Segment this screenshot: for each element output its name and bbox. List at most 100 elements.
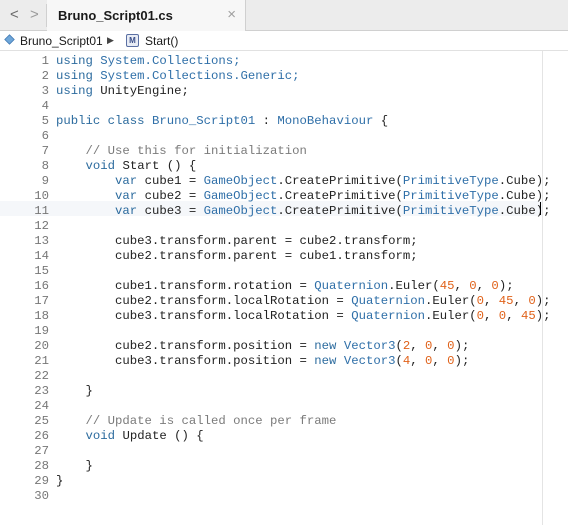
code-line[interactable]: 3 using UnityEngine; <box>0 84 189 99</box>
code-token: .CreatePrimitive( <box>277 174 403 188</box>
code-line[interactable]: 27 <box>0 444 56 459</box>
code-text: cube2.transform.localRotation = Quaterni… <box>49 294 550 308</box>
line-number: 16 <box>34 279 49 293</box>
line-number: 14 <box>34 249 49 263</box>
back-arrow-icon[interactable]: < <box>10 6 19 24</box>
code-token: cube3 = <box>137 204 204 218</box>
line-number: 22 <box>34 369 49 383</box>
code-token: , <box>484 309 499 323</box>
code-line[interactable]: 22 <box>0 369 56 384</box>
line-number: 19 <box>34 324 49 338</box>
code-text: var cube1 = GameObject.CreatePrimitive(P… <box>49 174 550 188</box>
code-line[interactable]: 13 cube3.transform.parent = cube2.transf… <box>0 234 418 249</box>
code-line[interactable]: 8 void Start () { <box>0 159 197 174</box>
code-line[interactable]: 11 var cube3 = GameObject.CreatePrimitiv… <box>0 204 550 219</box>
code-token: void <box>85 159 116 173</box>
close-icon[interactable]: × <box>227 6 236 23</box>
code-token: UnityEngine; <box>92 84 189 98</box>
code-line[interactable]: 7 // Use this for initialization <box>0 144 307 159</box>
code-line[interactable]: 5 public class Bruno_Script01 : MonoBehav… <box>0 114 389 129</box>
code-token: GameObject <box>203 174 278 188</box>
code-line[interactable]: 15 <box>0 264 56 279</box>
code-text: } <box>49 384 93 398</box>
code-token: , <box>432 354 448 368</box>
code-line[interactable]: 18 cube3.transform.localRotation = Quate… <box>0 309 550 324</box>
code-token: .Cube); <box>498 174 551 188</box>
code-line[interactable]: 23 } <box>0 384 93 399</box>
code-token: cube2 = <box>137 189 204 203</box>
code-line[interactable]: 2 using System.Collections.Generic; <box>0 69 300 84</box>
code-line[interactable]: 21 cube3.transform.position = new Vector… <box>0 354 469 369</box>
breadcrumb-method[interactable]: Start() <box>145 34 178 48</box>
code-line[interactable]: 20 cube2.transform.position = new Vector… <box>0 339 469 354</box>
tab-bar: < > Bruno_Script01.cs × <box>0 0 568 31</box>
code-token: } <box>56 474 64 488</box>
code-line[interactable]: 29} <box>0 474 63 489</box>
code-token: } <box>56 384 93 398</box>
code-token: public class <box>56 114 145 128</box>
breadcrumb-file[interactable]: Bruno_Script01 <box>20 34 103 48</box>
code-token: , <box>410 354 426 368</box>
code-line[interactable]: 1 using System.Collections; <box>0 54 241 69</box>
code-token: PrimitiveType <box>402 204 499 218</box>
code-line[interactable]: 10 var cube2 = GameObject.CreatePrimitiv… <box>0 189 550 204</box>
code-token: using <box>56 54 93 68</box>
code-token: GameObject <box>203 204 278 218</box>
code-text: cube3.transform.parent = cube2.transform… <box>49 234 418 248</box>
code-token: { <box>373 114 389 128</box>
code-token: .Cube); <box>498 204 551 218</box>
page-guide <box>542 51 543 525</box>
code-token: 0 <box>447 339 455 353</box>
code-line[interactable]: 12 <box>0 219 56 234</box>
line-number: 21 <box>34 354 49 368</box>
line-number: 17 <box>34 294 49 308</box>
line-number: 2 <box>41 69 49 83</box>
code-line[interactable]: 30 <box>0 489 56 504</box>
code-token: Bruno_Script01 <box>151 114 256 128</box>
code-line[interactable]: 6 <box>0 129 56 144</box>
code-line[interactable]: 28 } <box>0 459 93 474</box>
code-line[interactable]: 16 cube1.transform.rotation = Quaternion… <box>0 279 513 294</box>
tab-file[interactable]: Bruno_Script01.cs × <box>47 0 246 31</box>
code-editor[interactable]: 1 using System.Collections; 2 using System.… <box>0 51 568 525</box>
code-text: } <box>49 474 63 488</box>
code-token: System.Collections.Generic; <box>92 69 300 83</box>
code-line[interactable]: 24 <box>0 399 56 414</box>
code-token: , <box>484 294 499 308</box>
forward-arrow-icon[interactable]: > <box>30 6 39 24</box>
code-line[interactable]: 14 cube2.transform.parent = cube1.transf… <box>0 249 417 264</box>
code-token: Quaternion <box>314 279 389 293</box>
code-token: new <box>314 339 337 353</box>
jump-bar: Bruno_Script01 ▶ M Start() <box>0 31 568 51</box>
code-token: , <box>513 294 529 308</box>
text-cursor <box>540 202 541 215</box>
code-line[interactable]: 26 void Update () { <box>0 429 203 444</box>
code-text: void Start () { <box>49 159 197 173</box>
code-token: 45 <box>439 279 455 293</box>
code-token: .Euler( <box>424 309 477 323</box>
code-token: var <box>115 174 138 188</box>
code-line[interactable]: 4 <box>0 99 56 114</box>
code-line[interactable]: 17 cube2.transform.localRotation = Quate… <box>0 294 550 309</box>
code-token: , <box>410 339 426 353</box>
code-token: using <box>56 84 93 98</box>
line-number: 25 <box>34 414 49 428</box>
code-token: ( <box>395 354 403 368</box>
code-line[interactable]: 25 // Update is called once per frame <box>0 414 336 429</box>
code-line[interactable]: 9 var cube1 = GameObject.CreatePrimitive… <box>0 174 551 189</box>
code-token: 0 <box>469 279 477 293</box>
line-number: 3 <box>41 84 49 98</box>
line-number: 27 <box>34 444 49 458</box>
code-text: // Update is called once per frame <box>49 414 337 428</box>
code-line[interactable]: 19 <box>0 324 56 339</box>
line-number: 24 <box>34 399 49 413</box>
code-text: } <box>49 459 93 473</box>
